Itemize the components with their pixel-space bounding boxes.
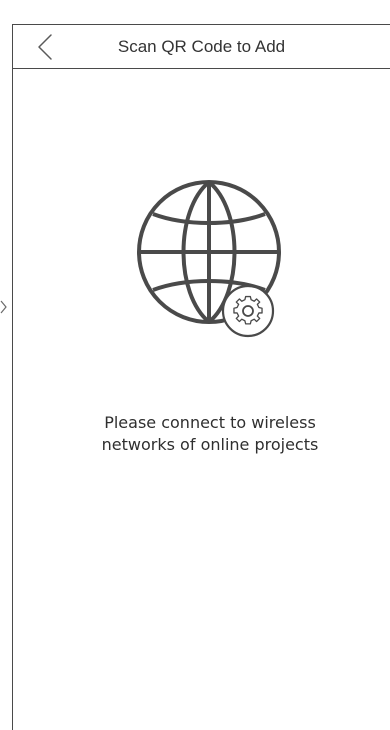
message-line-2: networks of online projects	[101, 435, 319, 454]
side-chevron-icon	[0, 300, 7, 314]
page-title: Scan QR Code to Add	[117, 37, 286, 56]
nav-header: Scan QR Code to Add	[13, 25, 390, 69]
globe-gear-icon	[137, 180, 281, 338]
connection-message: Please connect to wireless networks of o…	[40, 412, 380, 456]
gear-icon	[221, 284, 275, 338]
screen-frame	[12, 24, 390, 730]
message-line-1: Please connect to wireless	[104, 413, 316, 432]
